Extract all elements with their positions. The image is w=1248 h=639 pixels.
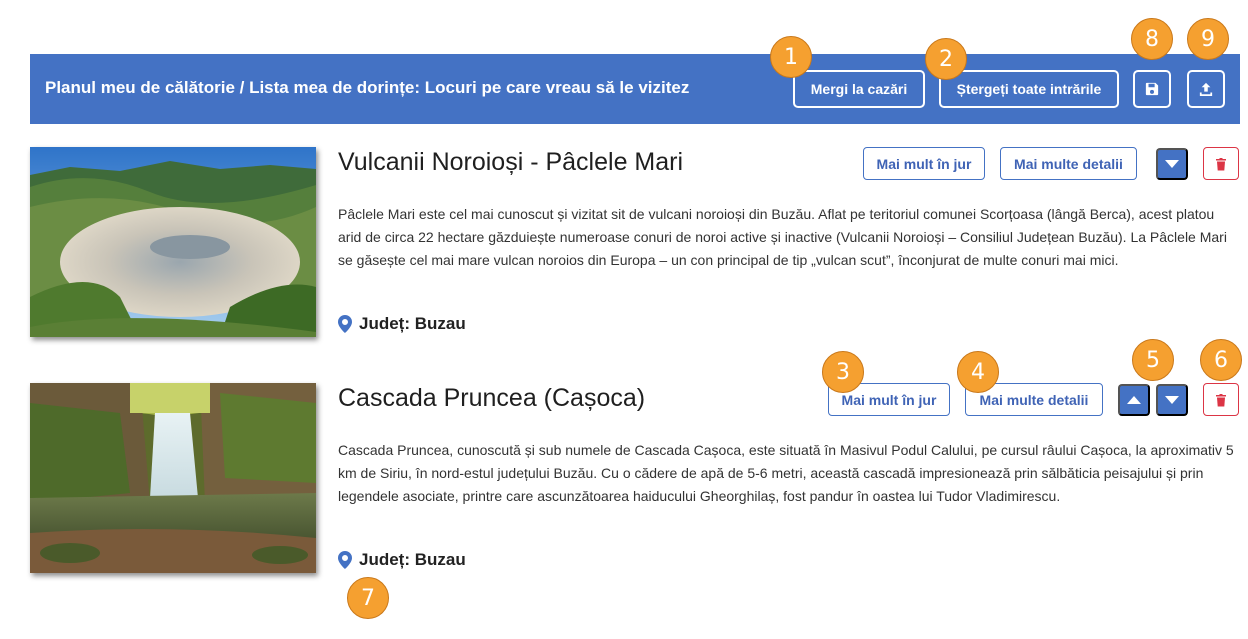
annotation-marker-6: 6 <box>1200 339 1242 381</box>
annotation-marker-9: 9 <box>1187 18 1229 60</box>
annotation-marker-3: 3 <box>822 351 864 393</box>
place-image-mud-volcanoes <box>30 147 316 337</box>
caret-down-icon <box>1165 396 1179 404</box>
trash-icon <box>1216 157 1226 170</box>
place-image-waterfall <box>30 383 316 573</box>
header-bar: Planul meu de călătorie / Lista mea de d… <box>30 54 1240 124</box>
county-label: Județ: Buzau <box>359 314 466 333</box>
save-icon <box>1145 82 1159 96</box>
more-nearby-button[interactable]: Mai mult în jur <box>863 147 985 180</box>
trash-icon <box>1216 393 1226 406</box>
page-title: Planul meu de călătorie / Lista mea de d… <box>45 78 690 97</box>
place-title: Vulcanii Noroioși - Pâclele Mari <box>338 148 684 176</box>
delete-button[interactable] <box>1203 147 1239 180</box>
upload-icon <box>1199 82 1213 96</box>
place-description: Cascada Pruncea, cunoscută și sub numele… <box>338 442 1234 504</box>
annotation-marker-8: 8 <box>1131 18 1173 60</box>
share-export-button[interactable] <box>1187 70 1225 108</box>
location-pin-icon <box>338 315 352 333</box>
go-to-accommodation-button[interactable]: Mergi la cazări <box>793 70 925 108</box>
save-button[interactable] <box>1133 70 1171 108</box>
place-card: Vulcanii Noroioși - Pâclele Mari Pâclele… <box>30 147 1240 337</box>
caret-down-icon <box>1165 160 1179 168</box>
county-label: Județ: Buzau <box>359 550 466 569</box>
move-up-button[interactable] <box>1118 384 1150 416</box>
location-pin-icon <box>338 551 352 569</box>
delete-button[interactable] <box>1203 383 1239 416</box>
annotation-marker-4: 4 <box>957 351 999 393</box>
annotation-marker-5: 5 <box>1132 339 1174 381</box>
move-down-button[interactable] <box>1156 384 1188 416</box>
move-down-button[interactable] <box>1156 148 1188 180</box>
place-title: Cascada Pruncea (Cașoca) <box>338 384 646 412</box>
place-card: Cascada Pruncea (Cașoca) Cascada Pruncea… <box>30 383 1240 573</box>
more-details-button[interactable]: Mai multe detalii <box>1000 147 1137 180</box>
caret-up-icon <box>1127 396 1141 404</box>
delete-all-entries-button[interactable]: Ștergeți toate intrările <box>939 70 1119 108</box>
place-county: Județ: Buzau <box>338 550 466 570</box>
place-county: Județ: Buzau <box>338 314 466 334</box>
place-description: Pâclele Mari este cel mai cunoscut și vi… <box>338 206 1227 268</box>
annotation-marker-1: 1 <box>770 36 812 78</box>
annotation-marker-7: 7 <box>347 577 389 619</box>
annotation-marker-2: 2 <box>925 38 967 80</box>
